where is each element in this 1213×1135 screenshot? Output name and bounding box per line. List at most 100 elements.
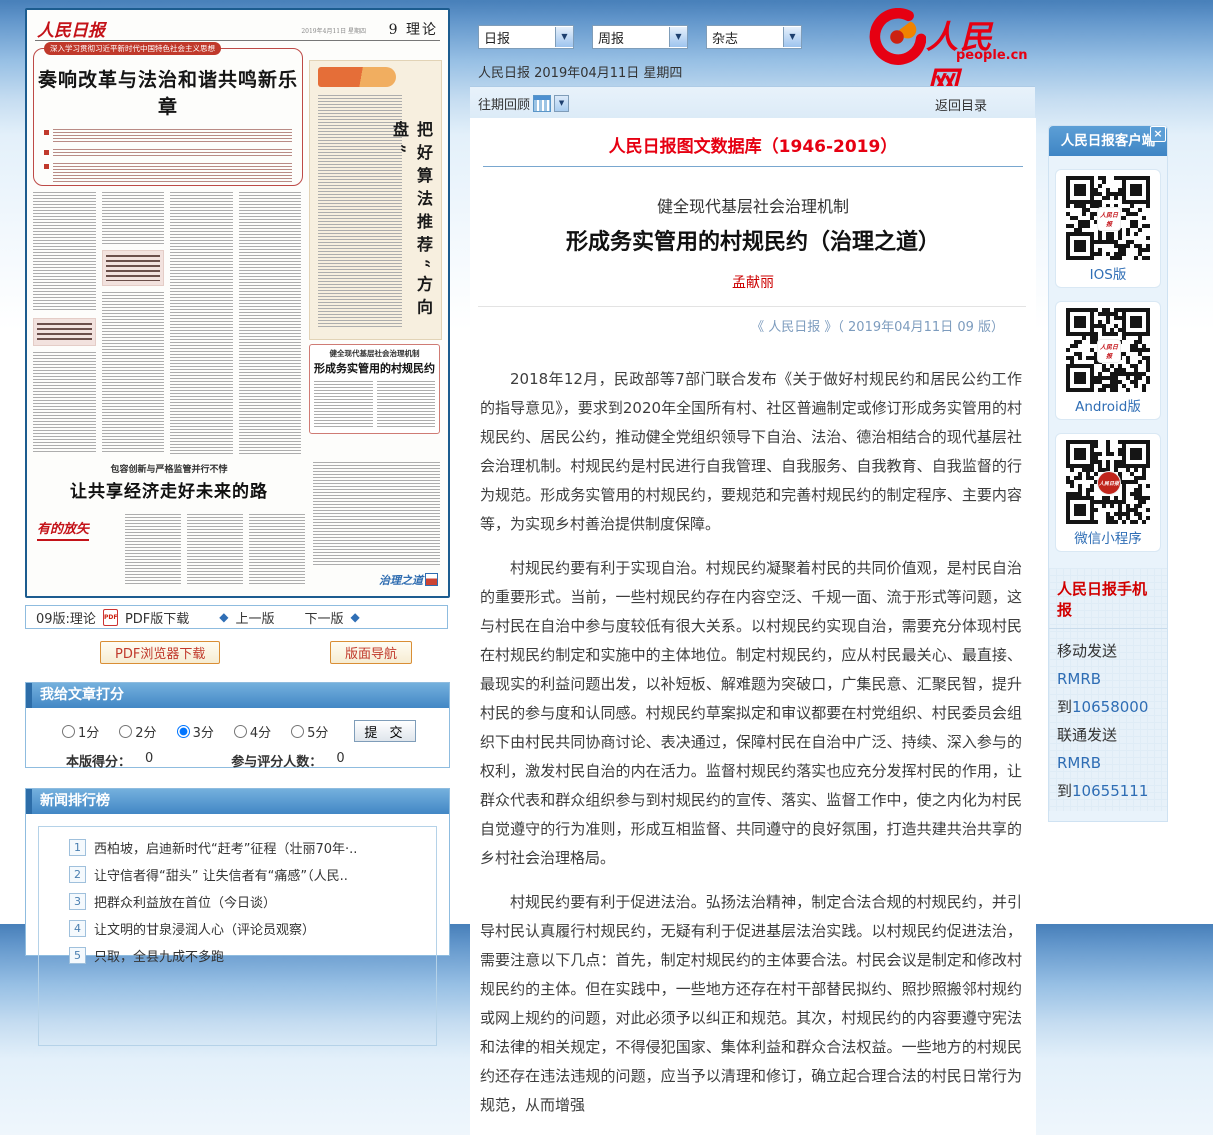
- prev-page-link[interactable]: 上一版: [236, 608, 275, 627]
- android-version-link[interactable]: Android版: [1060, 395, 1156, 415]
- newspaper-date: 2019年4月11日 星期四: [301, 26, 366, 35]
- newspaper-right-column: 把好算法推荐“方向盘”: [309, 60, 442, 340]
- rating-option-5[interactable]: 5分: [291, 722, 328, 741]
- rating-radio-2[interactable]: [119, 725, 132, 738]
- qr-code-wechat: 人民日报: [1066, 440, 1150, 524]
- newspaper-page-number: 9 理论: [389, 19, 438, 39]
- article-paragraph: 村规民约要有利于促进法治。弘扬法治精神，制定合法合规的村规民约，并引导村民认真履…: [480, 888, 1022, 1120]
- wechat-miniapp-link[interactable]: 微信小程序: [1060, 527, 1156, 547]
- chevron-down-icon[interactable]: ▼: [783, 27, 801, 47]
- people-cn-logo[interactable]: 人民网 people.cn: [868, 8, 1018, 66]
- column-logo: [318, 67, 396, 87]
- issue-nav-row: 往期回顾 ▼ 返回目录: [470, 87, 1035, 119]
- database-title: 人民日报图文数据库（1946-2019）: [483, 118, 1023, 167]
- pdf-icon: PDF: [103, 609, 118, 626]
- rating-radio-3[interactable]: [177, 725, 190, 738]
- qr-card-ios: 人民日报 IOS版: [1055, 169, 1161, 288]
- news-ranking-panel: 新闻排行榜 1西柏坡，启迪新时代“赶考”征程（壮丽70年·.. 2让守信者得“甜…: [25, 788, 450, 956]
- newspaper-current-article-box[interactable]: 健全现代基层社会治理机制 形成务实管用的村规民约: [309, 344, 440, 434]
- app-sidebar: 人民日报客户端 × 人民日报 IOS版 人民日报 Android版 人民日报 微…: [1048, 125, 1168, 822]
- issue-date-line: 人民日报 2019年04月11日 星期四: [478, 62, 682, 81]
- rating-radio-4[interactable]: [234, 725, 247, 738]
- daily-select[interactable]: 日报▼: [478, 25, 574, 49]
- publication-selects: 日报▼ 周报▼ 杂志▼: [478, 25, 802, 49]
- newspaper-mini-page: 人民日报 2019年4月11日 星期四 9 理论 深入学习贯彻习近平新时代中国特…: [27, 10, 448, 596]
- page: 人民日报 2019年4月11日 星期四 9 理论 深入学习贯彻习近平新时代中国特…: [0, 0, 1213, 924]
- close-icon[interactable]: ×: [1150, 126, 1166, 142]
- chevron-down-icon[interactable]: ▼: [669, 27, 687, 47]
- submit-rating-button[interactable]: 提 交: [354, 720, 416, 742]
- logo-domain: people.cn: [956, 48, 1028, 63]
- rating-panel: 我给文章打分 1分 2分 3分 4分 5分 提 交 本版得分： 0 参与评分人数…: [25, 682, 450, 768]
- ranking-item[interactable]: 3把群众利益放在首位（今日谈）: [69, 891, 428, 911]
- next-page-link[interactable]: 下一版: [305, 608, 344, 627]
- newspaper-page-preview[interactable]: 人民日报 2019年4月11日 星期四 9 理论 深入学习贯彻习近平新时代中国特…: [25, 8, 450, 598]
- newspaper-bottom-section: 包容创新与严格监管并行不悖 让共享经济走好未来的路 有的放矢 治理之道: [33, 462, 440, 588]
- people-daily-badge-icon: 人民日报: [1097, 207, 1121, 231]
- pdf-browser-download-button[interactable]: PDF浏览器下载: [100, 641, 220, 664]
- prev-diamond-icon: ◆: [219, 610, 228, 624]
- article-paragraph: 村规民约要有利于实现自治。村规民约凝聚着村民的共同价值观，是村民自治的重要形式。…: [480, 554, 1022, 873]
- download-buttons-row: PDF浏览器下载 版面导航: [25, 641, 448, 665]
- score-value: 0: [145, 751, 153, 770]
- chevron-down-icon[interactable]: ▼: [555, 27, 573, 47]
- magazine-select[interactable]: 杂志▼: [706, 25, 802, 49]
- qr-card-android: 人民日报 Android版: [1055, 301, 1161, 420]
- newspaper-share-kicker: 包容创新与严格监管并行不悖: [33, 462, 305, 475]
- article-title: 形成务实管用的村规民约（治理之道）: [470, 224, 1036, 256]
- newspaper-vertical-headline: 把好算法推荐“方向盘”: [387, 121, 435, 339]
- mobile-paper-section: 人民日报手机报 移动发送RMRB 到10658000 联通发送RMRB 到106…: [1049, 568, 1167, 811]
- score-label: 本版得分：: [66, 751, 131, 770]
- qr-code-ios: 人民日报: [1066, 176, 1150, 260]
- article-author: 孟献丽: [470, 272, 1036, 292]
- ranking-panel-header: 新闻排行榜: [26, 789, 449, 814]
- rating-option-1[interactable]: 1分: [62, 722, 99, 741]
- page-label: 09版:理论: [36, 608, 96, 627]
- rating-option-4[interactable]: 4分: [234, 722, 271, 741]
- people-daily-badge-icon: 人民日报: [1097, 339, 1121, 363]
- people-cn-swirl-icon: [868, 8, 926, 66]
- rating-options: 1分 2分 3分 4分 5分 提 交: [26, 708, 449, 742]
- page-toolbar: 09版:理论 PDF PDF版下载 ◆ 上一版 下一版 ◆: [25, 605, 448, 629]
- seal-icon: [425, 573, 438, 586]
- back-to-toc-link[interactable]: 返回目录: [935, 95, 987, 114]
- rating-radio-5[interactable]: [291, 725, 304, 738]
- article-source: 《 人民日报 》（ 2019年04月11日 09 版）: [470, 316, 1004, 335]
- newspaper-box-title: 形成务实管用的村规民约: [314, 360, 435, 376]
- article-area: 人民日报图文数据库（1946-2019） 健全现代基层社会治理机制 形成务实管用…: [470, 118, 1036, 1135]
- calendar-dropdown-arrow[interactable]: ▼: [554, 95, 569, 112]
- ios-version-link[interactable]: IOS版: [1060, 263, 1156, 283]
- ranking-item[interactable]: 2让守信者得“甜头” 让失信者有“痛感”（人民..: [69, 864, 428, 884]
- calendar-icon[interactable]: [533, 95, 551, 112]
- rating-score-row: 本版得分： 0 参与评分人数： 0: [26, 742, 449, 770]
- newspaper-stamp: 治理之道: [379, 572, 438, 588]
- page-navigation-button[interactable]: 版面导航: [330, 641, 412, 664]
- qr-card-wechat: 人民日报 微信小程序: [1055, 433, 1161, 552]
- ranking-item[interactable]: 4让文明的甘泉浸润人心（评论员观察）: [69, 918, 428, 938]
- newspaper-main-headline: 奏响改革与法治和谐共鸣新乐章: [34, 65, 302, 119]
- newspaper-ydfs-logo: 有的放矢: [37, 518, 89, 541]
- newspaper-masthead: 人民日报: [37, 16, 105, 41]
- newspaper-feature-box: 深入学习贯彻习近平新时代中国特色社会主义思想 奏响改革与法治和谐共鸣新乐章: [33, 48, 303, 186]
- rating-radio-1[interactable]: [62, 725, 75, 738]
- article-paragraph: 2018年12月，民政部等7部门联合发布《关于做好村规民约和居民公约工作的指导意…: [480, 365, 1022, 539]
- people-daily-badge-icon: 人民日报: [1097, 471, 1121, 495]
- rating-option-3[interactable]: 3分: [177, 722, 214, 741]
- qr-code-android: 人民日报: [1066, 308, 1150, 392]
- newspaper-box-kicker: 健全现代基层社会治理机制: [314, 348, 435, 359]
- weekly-select[interactable]: 周报▼: [592, 25, 688, 49]
- prev-issues-label[interactable]: 往期回顾: [478, 94, 530, 113]
- app-sidebar-header: 人民日报客户端 ×: [1049, 126, 1167, 156]
- ranking-item[interactable]: 1西柏坡，启迪新时代“赶考”征程（壮丽70年·..: [69, 837, 428, 857]
- mobile-paper-instructions: 移动发送RMRB 到10658000 联通发送RMRB 到10655111: [1049, 629, 1167, 805]
- mobile-paper-header: 人民日报手机报: [1049, 576, 1167, 629]
- newspaper-summary-bullets: [44, 129, 292, 183]
- article-kicker: 健全现代基层社会治理机制: [470, 193, 1036, 217]
- rating-option-2[interactable]: 2分: [119, 722, 156, 741]
- next-diamond-icon: ◆: [351, 610, 360, 624]
- pdf-download-link[interactable]: PDF版下载: [125, 608, 189, 627]
- ranking-item[interactable]: 5只取，全县九成不多跑: [69, 945, 428, 965]
- count-value: 0: [336, 751, 344, 770]
- rating-panel-header: 我给文章打分: [26, 683, 449, 708]
- count-label: 参与评分人数：: [231, 751, 322, 770]
